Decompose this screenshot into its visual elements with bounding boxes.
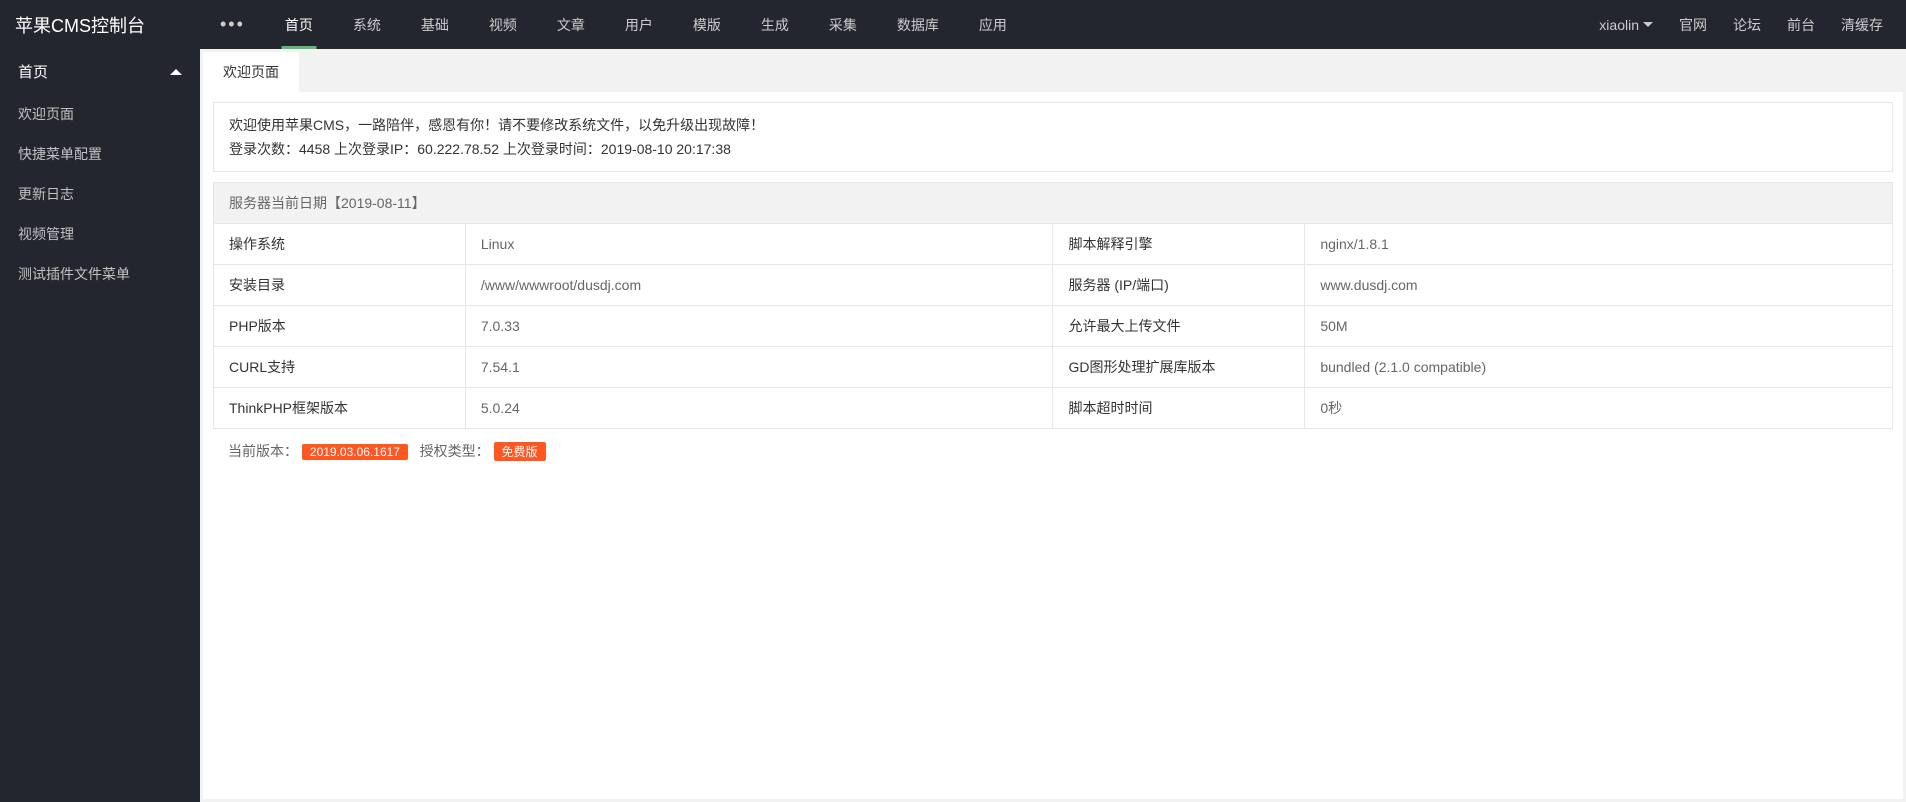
nav-template[interactable]: 模版 bbox=[673, 0, 741, 49]
top-nav: ••• 首页 系统 基础 视频 文章 用户 模版 生成 采集 数据库 应用 bbox=[200, 0, 1027, 49]
top-header: 苹果CMS控制台 ••• 首页 系统 基础 视频 文章 用户 模版 生成 采集 … bbox=[0, 0, 1906, 49]
cell-label: PHP版本 bbox=[214, 306, 466, 347]
cell-label: GD图形处理扩展库版本 bbox=[1053, 347, 1305, 388]
nav-home[interactable]: 首页 bbox=[265, 0, 333, 49]
server-date-title: 服务器当前日期【2019-08-11】 bbox=[213, 182, 1893, 223]
nav-more-dots[interactable]: ••• bbox=[200, 0, 265, 49]
tab-welcome[interactable]: 欢迎页面 bbox=[203, 52, 299, 92]
welcome-line1: 欢迎使用苹果CMS，一路陪伴，感恩有你！请不要修改系统文件，以免升级出现故障！ bbox=[229, 113, 1877, 137]
nav-user[interactable]: 用户 bbox=[605, 0, 673, 49]
link-forum[interactable]: 论坛 bbox=[1720, 0, 1774, 49]
main-container: 首页 欢迎页面 快捷菜单配置 更新日志 视频管理 测试插件文件菜单 欢迎页面 欢… bbox=[0, 49, 1906, 802]
sidebar: 首页 欢迎页面 快捷菜单配置 更新日志 视频管理 测试插件文件菜单 bbox=[0, 49, 200, 802]
table-row: ThinkPHP框架版本 5.0.24 脚本超时时间 0秒 bbox=[214, 388, 1893, 429]
sidebar-item-changelog[interactable]: 更新日志 bbox=[0, 174, 200, 214]
username: xiaolin bbox=[1599, 17, 1639, 33]
sidebar-title-label: 首页 bbox=[18, 61, 48, 82]
cell-value: 5.0.24 bbox=[465, 388, 1053, 429]
current-version-label: 当前版本： bbox=[228, 443, 298, 459]
nav-app[interactable]: 应用 bbox=[959, 0, 1027, 49]
nav-basic[interactable]: 基础 bbox=[401, 0, 469, 49]
sidebar-item-shortcut[interactable]: 快捷菜单配置 bbox=[0, 134, 200, 174]
sidebar-item-video-manage[interactable]: 视频管理 bbox=[0, 214, 200, 254]
cell-label: 允许最大上传文件 bbox=[1053, 306, 1305, 347]
cell-label: 脚本超时时间 bbox=[1053, 388, 1305, 429]
table-row: CURL支持 7.54.1 GD图形处理扩展库版本 bundled (2.1.0… bbox=[214, 347, 1893, 388]
header-right: xiaolin 官网 论坛 前台 清缓存 bbox=[1586, 0, 1906, 49]
nav-video[interactable]: 视频 bbox=[469, 0, 537, 49]
sidebar-item-plugin-test[interactable]: 测试插件文件菜单 bbox=[0, 254, 200, 294]
welcome-box: 欢迎使用苹果CMS，一路陪伴，感恩有你！请不要修改系统文件，以免升级出现故障！ … bbox=[213, 102, 1893, 172]
cell-value: 7.54.1 bbox=[465, 347, 1053, 388]
license-badge: 免费版 bbox=[494, 442, 546, 461]
table-row: PHP版本 7.0.33 允许最大上传文件 50M bbox=[214, 306, 1893, 347]
cell-value: 50M bbox=[1305, 306, 1893, 347]
cell-label: 脚本解释引擎 bbox=[1053, 224, 1305, 265]
content-panel: 欢迎使用苹果CMS，一路陪伴，感恩有你！请不要修改系统文件，以免升级出现故障！ … bbox=[203, 92, 1903, 799]
main-area: 欢迎页面 欢迎使用苹果CMS，一路陪伴，感恩有你！请不要修改系统文件，以免升级出… bbox=[200, 49, 1906, 802]
license-label: 授权类型： bbox=[420, 443, 490, 459]
table-row: 操作系统 Linux 脚本解释引擎 nginx/1.8.1 bbox=[214, 224, 1893, 265]
cell-value: nginx/1.8.1 bbox=[1305, 224, 1893, 265]
cell-value: www.dusdj.com bbox=[1305, 265, 1893, 306]
tab-bar: 欢迎页面 bbox=[200, 49, 1906, 92]
link-frontend[interactable]: 前台 bbox=[1774, 0, 1828, 49]
nav-database[interactable]: 数据库 bbox=[877, 0, 959, 49]
nav-article[interactable]: 文章 bbox=[537, 0, 605, 49]
cell-value: 7.0.33 bbox=[465, 306, 1053, 347]
nav-collect[interactable]: 采集 bbox=[809, 0, 877, 49]
table-row: 安装目录 /www/wwwroot/dusdj.com 服务器 (IP/端口) … bbox=[214, 265, 1893, 306]
nav-system[interactable]: 系统 bbox=[333, 0, 401, 49]
link-official[interactable]: 官网 bbox=[1666, 0, 1720, 49]
user-menu[interactable]: xiaolin bbox=[1586, 0, 1666, 49]
brand-title: 苹果CMS控制台 bbox=[0, 12, 200, 38]
cell-value: /www/wwwroot/dusdj.com bbox=[465, 265, 1053, 306]
cell-label: ThinkPHP框架版本 bbox=[214, 388, 466, 429]
chevron-down-icon bbox=[1643, 22, 1653, 27]
cell-value: 0秒 bbox=[1305, 388, 1893, 429]
cell-label: 操作系统 bbox=[214, 224, 466, 265]
nav-generate[interactable]: 生成 bbox=[741, 0, 809, 49]
sidebar-title[interactable]: 首页 bbox=[0, 49, 200, 94]
cell-value: Linux bbox=[465, 224, 1053, 265]
cell-value: bundled (2.1.0 compatible) bbox=[1305, 347, 1893, 388]
current-version-badge: 2019.03.06.1617 bbox=[302, 444, 408, 460]
cell-label: 服务器 (IP/端口) bbox=[1053, 265, 1305, 306]
cell-label: 安装目录 bbox=[214, 265, 466, 306]
sidebar-item-welcome[interactable]: 欢迎页面 bbox=[0, 94, 200, 134]
server-info-table: 操作系统 Linux 脚本解释引擎 nginx/1.8.1 安装目录 /www/… bbox=[213, 223, 1893, 429]
cell-label: CURL支持 bbox=[214, 347, 466, 388]
version-row: 当前版本： 2019.03.06.1617 授权类型： 免费版 bbox=[213, 429, 1893, 473]
welcome-line2: 登录次数：4458 上次登录IP：60.222.78.52 上次登录时间：201… bbox=[229, 137, 1877, 161]
chevron-up-icon bbox=[170, 69, 182, 75]
link-clear-cache[interactable]: 清缓存 bbox=[1828, 0, 1896, 49]
